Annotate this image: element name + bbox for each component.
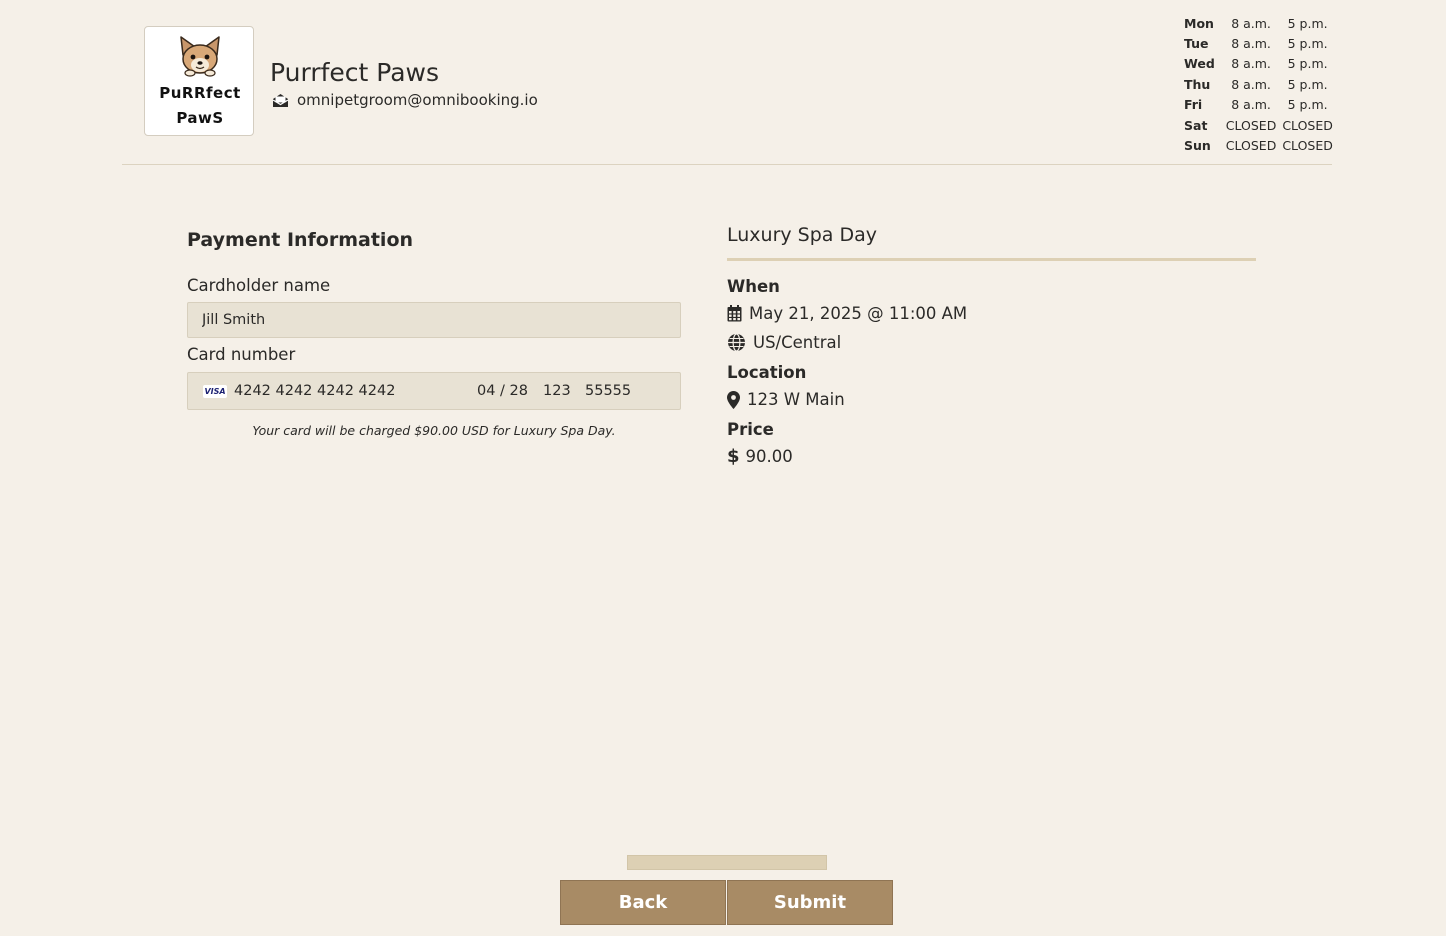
hours-row: Fri 8 a.m. 5 p.m. [1184,95,1336,115]
hours-close: 5 p.m. [1287,56,1328,72]
globe-icon [728,333,745,352]
back-button[interactable]: Back [560,880,726,925]
header: PuRRfect PawS Purrfect Paws omnipetgroom… [122,0,1333,165]
logo-line-1: PuRRfect [159,84,241,102]
card-input[interactable]: VISA 4242 4242 4242 4242 04 / 28 123 555… [187,372,681,410]
hours-day: Tue [1184,36,1209,52]
hours-open: 8 a.m. [1231,97,1271,113]
card-zip-value[interactable]: 55555 [585,383,631,399]
hours-day: Sun [1184,138,1211,154]
card-number-label: Card number [187,345,296,364]
appointment-datetime: May 21, 2025 @ 11:00 AM [749,304,968,323]
datetime-row: May 21, 2025 @ 11:00 AM [727,299,1256,328]
hours-row: Sat CLOSED CLOSED [1184,115,1336,135]
business-email-row: omnipetgroom@omnibooking.io [272,91,538,109]
cardholder-input[interactable] [187,302,681,338]
price-label: Price [727,420,774,439]
price-value: 90.00 [745,447,793,466]
when-label: When [727,277,780,296]
hours-open: CLOSED [1225,117,1277,133]
hours-open: 8 a.m. [1231,36,1271,52]
location-label: Location [727,363,807,382]
logo-line-2: PawS [176,109,224,127]
price-row: $ 90.00 [727,442,1256,471]
hours-close: CLOSED [1282,138,1333,154]
business-hours: Mon 8 a.m. 5 p.m. Tue 8 a.m. 5 p.m. Wed 8 a.m. 5… [1184,13,1336,156]
hours-day: Wed [1184,56,1215,72]
hours-row: Tue 8 a.m. 5 p.m. [1184,33,1336,53]
charge-note: Your card will be charged $90.00 USD for… [252,423,616,438]
hours-close: 5 p.m. [1287,36,1328,52]
hours-open: 8 a.m. [1231,56,1271,72]
dog-icon [180,36,220,77]
hours-day: Thu [1184,76,1211,92]
hours-open: 8 a.m. [1231,76,1271,92]
timezone-value: US/Central [753,333,842,352]
cardholder-label: Cardholder name [187,276,331,295]
calendar-icon [727,305,742,322]
hours-row: Sun CLOSED CLOSED [1184,135,1336,155]
hours-row: Mon 8 a.m. 5 p.m. [1184,13,1336,33]
payment-form: Payment Information Cardholder name Card… [187,229,681,438]
hours-day: Fri [1184,97,1203,113]
card-cvc-value[interactable]: 123 [543,383,571,399]
envelope-open-icon [272,93,289,107]
dollar-icon: $ [727,446,740,467]
submit-button[interactable]: Submit [727,880,893,925]
hours-day: Mon [1184,15,1214,31]
map-pin-icon [727,390,740,409]
service-title: Luxury Spa Day [727,224,1256,261]
business-name: Purrfect Paws [270,58,440,87]
payment-title: Payment Information [187,229,414,251]
progress-bar [627,855,827,870]
logo-wordmark: PuRRfect PawS [145,81,255,131]
hours-row: Wed 8 a.m. 5 p.m. [1184,54,1336,74]
location-row: 123 W Main [727,385,1256,414]
hours-close: 5 p.m. [1287,76,1328,92]
business-email[interactable]: omnipetgroom@omnibooking.io [297,91,538,109]
hours-open: CLOSED [1225,138,1277,154]
business-logo: PuRRfect PawS [144,26,254,136]
card-expiry-value[interactable]: 04 / 28 [477,383,528,399]
hours-close: 5 p.m. [1287,15,1328,31]
timezone-row: US/Central [727,328,1256,357]
location-value: 123 W Main [747,390,845,409]
hours-close: CLOSED [1282,117,1333,133]
card-number-value[interactable]: 4242 4242 4242 4242 [234,383,395,399]
hours-open: 8 a.m. [1231,15,1271,31]
booking-summary: Luxury Spa Day When May 21, 2025 @ 11:00… [727,224,1256,471]
hours-day: Sat [1184,117,1208,133]
visa-card-icon: VISA [203,385,227,398]
hours-close: 5 p.m. [1287,97,1328,113]
hours-row: Thu 8 a.m. 5 p.m. [1184,74,1336,94]
